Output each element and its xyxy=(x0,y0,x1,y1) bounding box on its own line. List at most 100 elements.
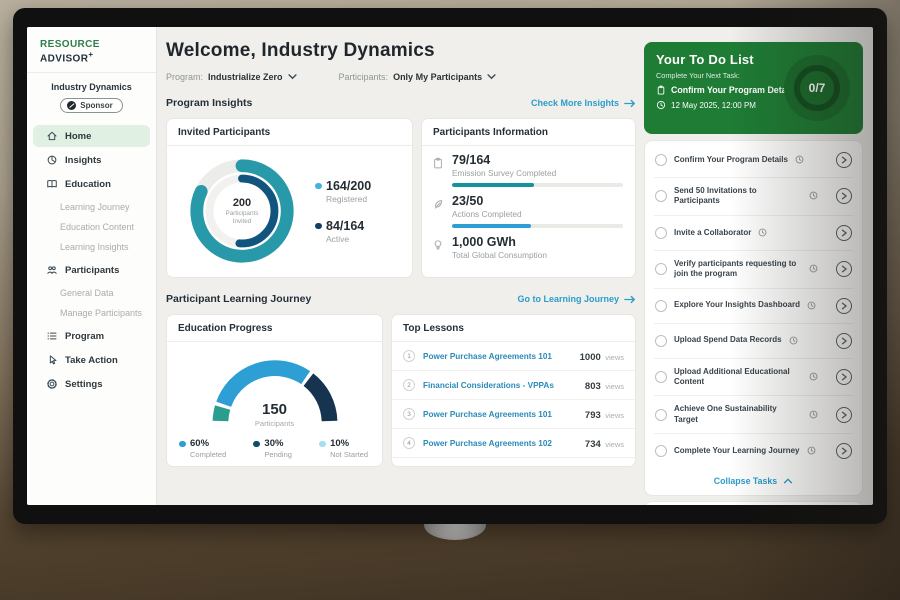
chevron-right-button[interactable] xyxy=(836,225,852,241)
chevron-right-button[interactable] xyxy=(836,152,852,168)
invited-participants-card: Invited Participants xyxy=(166,118,413,278)
gauge-center-label: Participants xyxy=(200,419,350,428)
legend-dot xyxy=(315,183,322,190)
checkbox[interactable] xyxy=(655,263,667,275)
chevron-right-button[interactable] xyxy=(836,369,852,385)
sidebar-item-general-data[interactable]: General Data xyxy=(27,283,156,303)
lesson-link[interactable]: Power Purchase Agreements 102 xyxy=(423,439,577,448)
participants-dropdown[interactable]: Participants: Only My Participants xyxy=(339,72,497,82)
gauge-center-value: 150 xyxy=(200,401,350,418)
sidebar-item-take-action[interactable]: Take Action xyxy=(33,349,150,371)
sidebar-item-label: Home xyxy=(65,131,91,142)
lesson-link[interactable]: Financial Considerations - VPPAs xyxy=(423,381,577,390)
clock-icon xyxy=(795,151,804,169)
todo-list-card: Confirm Your Program Details Send 50 Inv… xyxy=(644,140,863,496)
program-label: Program: xyxy=(166,72,203,82)
views-suffix: views xyxy=(605,353,624,362)
checkbox[interactable] xyxy=(655,190,667,202)
stat-value: 1,000 GWh xyxy=(452,235,623,249)
stat-label: Total Global Consumption xyxy=(452,250,623,260)
views-suffix: views xyxy=(605,411,624,420)
sidebar-item-education[interactable]: Education xyxy=(33,173,150,195)
stat-value: 23/50 xyxy=(452,194,623,208)
go-to-learning-journey-link[interactable]: Go to Learning Journey xyxy=(517,294,636,304)
todo-item[interactable]: Confirm Your Program Details xyxy=(654,143,853,178)
sidebar-item-label: Participants xyxy=(65,265,119,276)
chevron-right-button[interactable] xyxy=(836,188,852,204)
clock-icon xyxy=(758,224,767,242)
legend-dot xyxy=(315,223,322,230)
rank-badge: 5 xyxy=(403,466,415,467)
legend-completed: 60% Completed xyxy=(179,438,226,459)
lesson-row: 4 Power Purchase Agreements 102 734 view… xyxy=(392,429,635,458)
sidebar-item-education-content[interactable]: Education Content xyxy=(27,217,156,237)
section-title-program-insights: Program Insights xyxy=(166,97,252,109)
checkbox[interactable] xyxy=(655,335,667,347)
filters-row: Program: Industrialize Zero Participants… xyxy=(166,72,636,82)
lesson-link[interactable]: Power Purchase Agreements 101 xyxy=(423,352,572,361)
collapse-tasks-link[interactable]: Collapse Tasks xyxy=(654,468,853,493)
book-icon xyxy=(46,178,58,190)
sidebar-item-settings[interactable]: Settings xyxy=(33,373,150,395)
views-count: 803 xyxy=(585,381,601,392)
chevron-right-button[interactable] xyxy=(836,333,852,349)
sidebar-item-learning-journey[interactable]: Learning Journey xyxy=(27,197,156,217)
sidebar-item-home[interactable]: Home xyxy=(33,125,150,147)
checkbox[interactable] xyxy=(655,154,667,166)
sponsor-badge-label: Sponsor xyxy=(80,101,112,110)
todo-header-card: Your To Do List Complete Your Next Task:… xyxy=(644,42,863,134)
clock-icon xyxy=(809,368,818,386)
sidebar-item-learning-insights[interactable]: Learning Insights xyxy=(27,237,156,257)
clock-icon xyxy=(807,297,816,315)
sidebar-item-label: Program xyxy=(65,331,104,342)
todo-item[interactable]: Upload Spend Data Records xyxy=(654,324,853,359)
check-more-insights-link[interactable]: Check More Insights xyxy=(531,98,636,108)
donut-center-label: Participants Invited xyxy=(218,210,266,226)
sidebar-item-participants[interactable]: Participants xyxy=(33,259,150,281)
todo-item[interactable]: Achieve One Sustainability Target xyxy=(654,396,853,434)
clock-icon xyxy=(809,260,818,278)
sidebar-item-manage-participants[interactable]: Manage Participants xyxy=(27,303,156,323)
lesson-link[interactable]: Power Purchase Agreements 101 xyxy=(423,410,577,419)
progress-bar xyxy=(452,183,623,187)
chevron-right-button[interactable] xyxy=(836,261,852,277)
todo-item[interactable]: Verify participants requesting to join t… xyxy=(654,251,853,289)
chevron-up-icon xyxy=(783,478,793,484)
legend-pending: 30% Pending xyxy=(253,438,292,459)
logo-secondary: ADVISOR xyxy=(40,53,88,64)
todo-item[interactable]: Send 50 Invitations to Participants xyxy=(654,178,853,216)
logo-plus: + xyxy=(88,50,93,59)
todo-item[interactable]: Complete Your Learning Journey xyxy=(654,434,853,468)
sidebar-item-insights[interactable]: Insights xyxy=(33,149,150,171)
chevron-right-button[interactable] xyxy=(836,407,852,423)
legend-not-started: 10% Not Started xyxy=(319,438,368,459)
checkbox[interactable] xyxy=(655,445,667,457)
logo-primary: RESOURCE xyxy=(40,39,100,50)
views-count: 1000 xyxy=(580,352,601,363)
program-value: Industrialize Zero xyxy=(208,72,283,82)
checkbox[interactable] xyxy=(655,227,667,239)
lesson-row: 5 Power Purchase Agreements 103 600 view… xyxy=(392,458,635,467)
sidebar-item-program[interactable]: Program xyxy=(33,325,150,347)
recent-news-title: Recent News xyxy=(645,502,862,505)
checkbox[interactable] xyxy=(655,409,667,421)
checkbox[interactable] xyxy=(655,300,667,312)
todo-item[interactable]: Explore Your Insights Dashboard xyxy=(654,289,853,324)
stat-label: Actions Completed xyxy=(452,209,623,219)
participants-information-card: Participants Information 79/164 Emission… xyxy=(421,118,636,278)
todo-item[interactable]: Upload Additional Educational Content xyxy=(654,359,853,397)
todo-item[interactable]: Invite a Collaborator xyxy=(654,216,853,251)
section-title-learning-journey: Participant Learning Journey xyxy=(166,293,311,305)
sidebar-nav: Home Insights Education Learning Journey… xyxy=(27,125,156,395)
stat-row: 79/164 Emission Survey Completed xyxy=(422,146,635,187)
sidebar: RESOURCE ADVISOR+ Industry Dynamics Spon… xyxy=(27,27,157,505)
clock-icon xyxy=(809,187,818,205)
chevron-right-button[interactable] xyxy=(836,298,852,314)
clock-icon xyxy=(789,332,798,350)
checkbox[interactable] xyxy=(655,371,667,383)
program-dropdown[interactable]: Program: Industrialize Zero xyxy=(166,72,297,82)
progress-bar-fill xyxy=(452,224,531,228)
clipboard-icon xyxy=(656,85,666,95)
chevron-right-button[interactable] xyxy=(836,443,852,459)
legend-dot xyxy=(179,441,186,448)
